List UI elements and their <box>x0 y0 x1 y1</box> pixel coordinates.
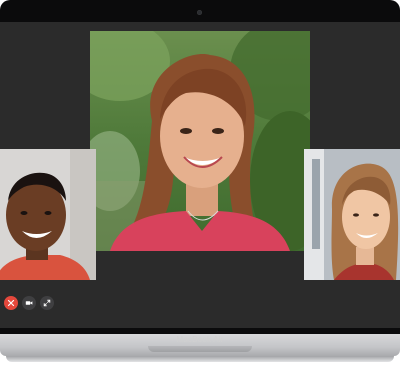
video-camera-icon <box>25 301 33 305</box>
right-participant-video <box>304 149 400 280</box>
left-video-tile[interactable] <box>0 149 96 280</box>
facetime-screen <box>0 22 400 328</box>
laptop-opening-notch <box>148 346 252 352</box>
expand-arrows-icon <box>43 299 51 307</box>
model-label: MacBook Air <box>176 335 224 344</box>
laptop-lid <box>0 0 400 334</box>
end-call-button[interactable] <box>4 296 18 310</box>
call-controls <box>4 296 54 312</box>
camera-toggle-button[interactable] <box>22 296 36 310</box>
close-icon <box>7 299 15 307</box>
right-video-tile[interactable] <box>304 149 400 280</box>
main-participant-video <box>90 31 310 251</box>
laptop-facetime-scene: MacBook Air <box>0 0 400 368</box>
fullscreen-button[interactable] <box>40 296 54 310</box>
webcam <box>197 10 202 15</box>
laptop-base-bottom <box>6 356 394 362</box>
main-video-tile[interactable] <box>90 31 310 251</box>
left-participant-video <box>0 149 96 280</box>
